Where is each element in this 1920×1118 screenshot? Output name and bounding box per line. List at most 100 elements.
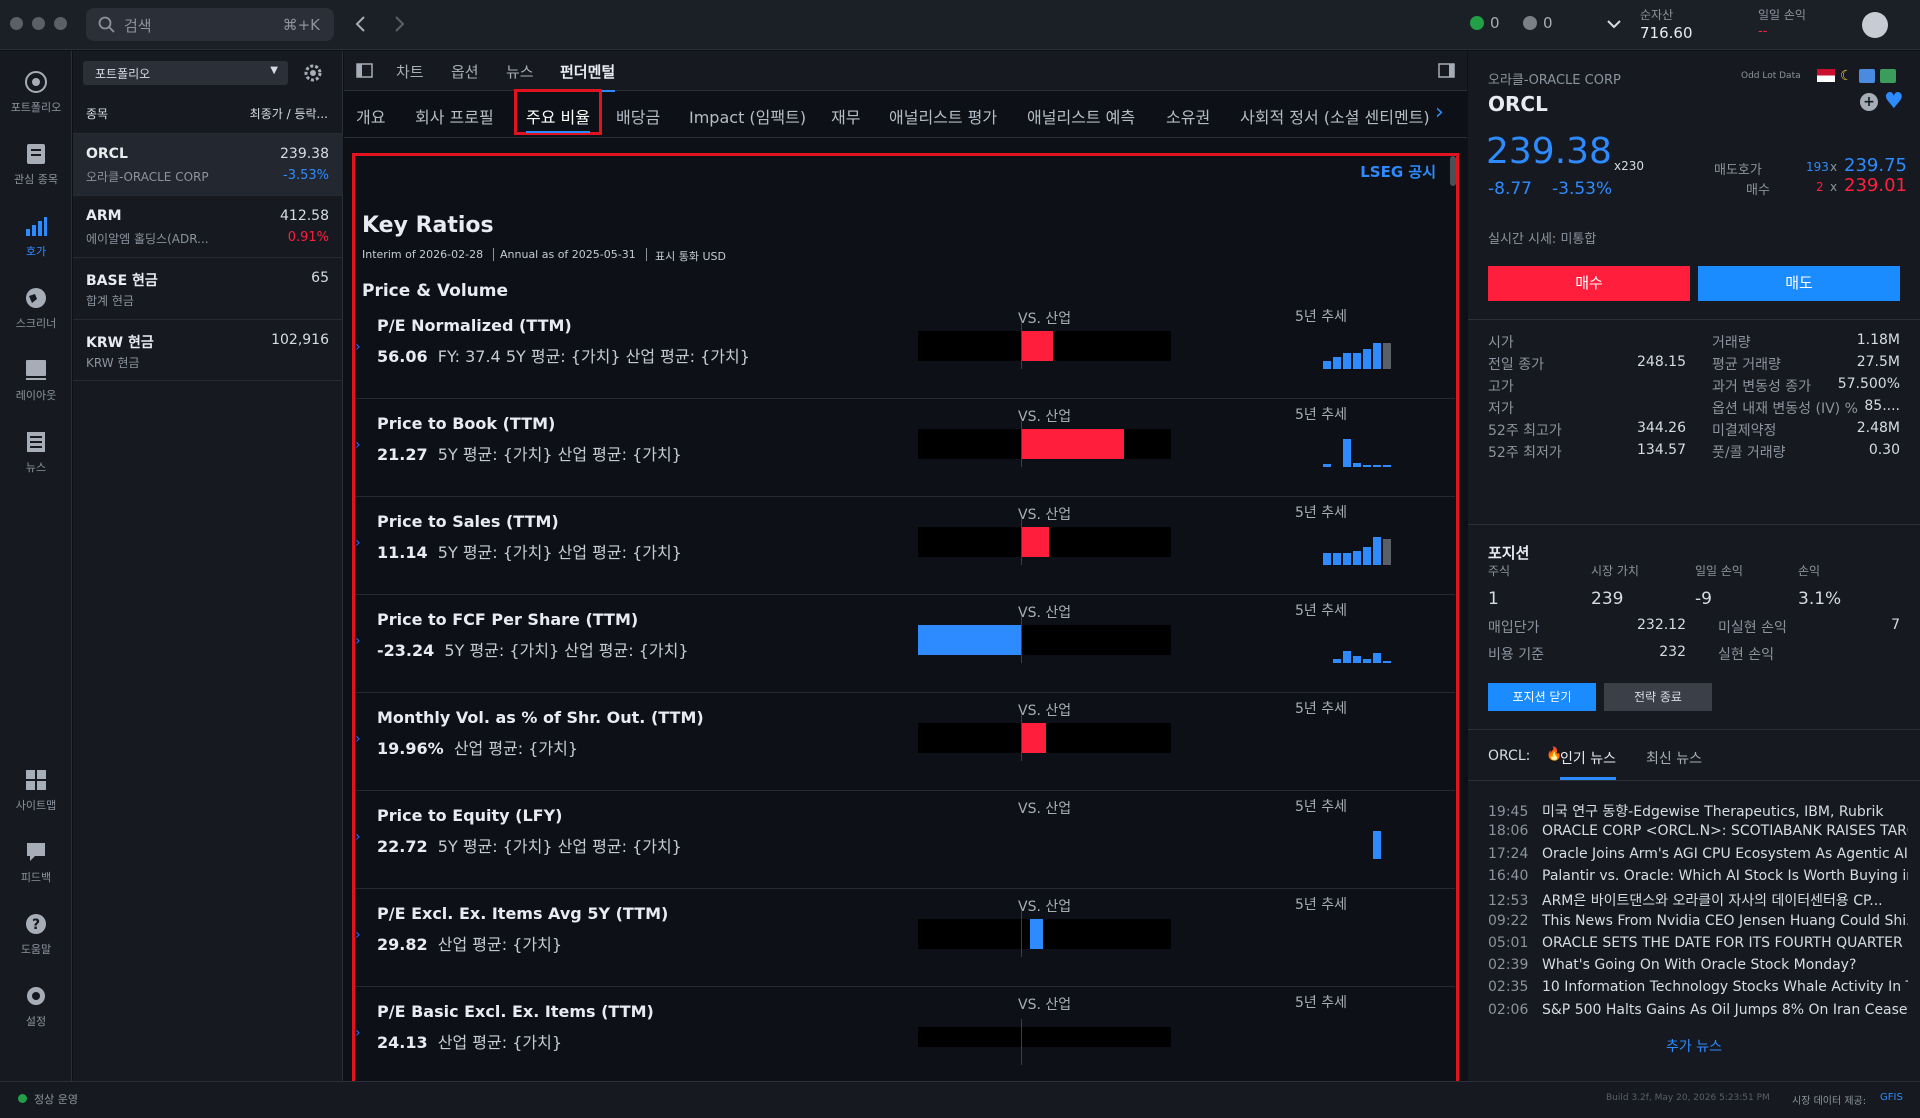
- subtab-social-sentiment[interactable]: 사회적 정서 (소셜 센티멘트): [1240, 104, 1430, 128]
- subtab-analyst-ratings[interactable]: 애널리스트 평가: [889, 104, 997, 128]
- subtab-ownership[interactable]: 소유권: [1166, 104, 1210, 128]
- chevron-right-icon[interactable]: ›: [1435, 100, 1444, 125]
- portfolio-row[interactable]: ARM 에이알엠 홀딩스(ADR... 412.58 0.91%: [73, 195, 343, 257]
- buy-button[interactable]: 매수: [1488, 266, 1690, 301]
- chevron-right-icon[interactable]: ›: [355, 437, 361, 453]
- trend-label: 5년 추세: [1295, 309, 1347, 325]
- portfolio-select[interactable]: 포트폴리오 ▼: [83, 61, 288, 85]
- trend-label: 5년 추세: [1295, 505, 1347, 521]
- news-item[interactable]: 02:06 S&P 500 Halts Gains As Oil Jumps 8%…: [1488, 1002, 1908, 1024]
- chevron-right-icon[interactable]: ›: [355, 1025, 361, 1041]
- tab-latest-news[interactable]: 최신 뉴스: [1646, 748, 1702, 768]
- chevron-right-icon[interactable]: ›: [355, 927, 361, 943]
- data-provider[interactable]: GFIS: [1880, 1092, 1903, 1103]
- news-item[interactable]: 12:53 ARM은 바이트댄스와 오라클이 자사의 데이터센터용 CP...: [1488, 890, 1908, 912]
- subtab-company-profile[interactable]: 회사 프로필: [415, 104, 494, 128]
- annual-date: Annual as of 2025-05-31: [500, 248, 647, 261]
- chevron-right-icon[interactable]: ›: [355, 339, 361, 355]
- panel-toggle-icon[interactable]: [1438, 63, 1455, 78]
- tab-chart[interactable]: 차트: [396, 61, 424, 82]
- news-item[interactable]: 02:39 What's Going On With Oracle Stock M…: [1488, 957, 1908, 979]
- bar-midline: [1021, 1019, 1022, 1065]
- news-item[interactable]: 09:22 This News From Nvidia CEO Jensen Hu…: [1488, 913, 1908, 935]
- nav-portfolio[interactable]: 포트폴리오: [0, 69, 72, 115]
- chevron-right-icon[interactable]: ›: [355, 829, 361, 845]
- nav-label: 호가: [25, 245, 47, 258]
- tab-news[interactable]: 뉴스: [506, 61, 534, 82]
- ratio-row[interactable]: › Price to Book (TTM) 21.27 5Y 평균: {가치} 산업…: [355, 399, 1455, 497]
- divider: [1468, 780, 1920, 781]
- row-symbol: ARM: [86, 208, 122, 224]
- heart-icon[interactable]: ♥: [1884, 89, 1904, 114]
- news-item[interactable]: 17:24 Oracle Joins Arm's AGI CPU Ecosyste…: [1488, 846, 1908, 868]
- forward-arrow-icon[interactable]: [392, 15, 406, 33]
- industry-comparison-bar: [918, 421, 1171, 467]
- portfolio-row[interactable]: KRW 현금 KRW 현금 102,916: [73, 319, 343, 381]
- row-price: 239.38: [280, 146, 329, 162]
- news-item[interactable]: 16:40 Palantir vs. Oracle: Which AI Stock…: [1488, 868, 1908, 890]
- vs-industry-label: VS. 산업: [1018, 801, 1072, 817]
- chevron-right-icon[interactable]: ›: [355, 535, 361, 551]
- close-position-button[interactable]: 포지션 닫기: [1488, 683, 1596, 711]
- trend-label: 5년 추세: [1295, 701, 1347, 717]
- news-headline: Oracle Joins Arm's AGI CPU Ecosystem As …: [1542, 845, 1908, 862]
- nav-sitemap[interactable]: 사이트맵: [0, 767, 72, 813]
- nav-screener[interactable]: 스크리너: [0, 285, 72, 331]
- subtab-impact[interactable]: Impact (임팩트): [689, 104, 806, 128]
- chevron-down-icon[interactable]: [1606, 18, 1622, 30]
- end-strategy-button[interactable]: 전략 종료: [1604, 683, 1712, 711]
- col-last-header[interactable]: 최종가 / 등락...: [250, 105, 328, 122]
- chevron-right-icon[interactable]: ›: [355, 731, 361, 747]
- more-news-link[interactable]: 추가 뉴스: [1468, 1036, 1920, 1056]
- subtab-financials[interactable]: 재무: [831, 104, 860, 128]
- portfolio-row[interactable]: ORCL 오라클-ORACLE CORP 239.38 -3.53%: [73, 133, 343, 195]
- ratio-title: Price to FCF Per Share (TTM): [377, 610, 639, 629]
- layout-icon: [26, 360, 46, 380]
- trend-bar: [1363, 465, 1371, 467]
- user-avatar-icon[interactable]: [1862, 12, 1888, 38]
- tab-options[interactable]: 옵션: [451, 61, 479, 82]
- scrollbar[interactable]: [1450, 156, 1456, 186]
- nav-layout[interactable]: 레이아웃: [0, 357, 72, 403]
- portfolio-row[interactable]: BASE 현금 합계 현금 65: [73, 257, 343, 319]
- tab-popular-news[interactable]: 인기 뉴스: [1560, 748, 1616, 780]
- news-item[interactable]: 19:45 미국 연구 동향-Edgewise Therapeutics, IBM…: [1488, 801, 1908, 823]
- sell-button[interactable]: 매도: [1698, 266, 1900, 301]
- window-zoom-button[interactable]: [54, 17, 67, 30]
- news-item[interactable]: 02:35 10 Information Technology Stocks Wh…: [1488, 979, 1908, 1001]
- news-item[interactable]: 05:01 ORACLE SETS THE DATE FOR ITS FOURTH…: [1488, 935, 1908, 957]
- nav-label: 사이트맵: [15, 799, 57, 812]
- trend-bar: [1343, 651, 1351, 663]
- window-minimize-button[interactable]: [32, 17, 45, 30]
- subtab-overview[interactable]: 개요: [356, 104, 385, 128]
- trend-bar: [1353, 463, 1361, 467]
- lseg-filing-link[interactable]: LSEG 공시: [1360, 161, 1436, 182]
- top-tabs: 차트 옵션 뉴스 펀더멘털: [344, 51, 1467, 93]
- gear-icon[interactable]: [303, 63, 323, 83]
- ratio-row[interactable]: › P/E Normalized (TTM) 56.06 FY: 37.4 5Y 평…: [355, 301, 1455, 399]
- ratio-row[interactable]: › P/E Excl. Ex. Items Avg 5Y (TTM) 29.82 산…: [355, 889, 1455, 987]
- subtab-dividends[interactable]: 배당금: [616, 104, 660, 128]
- back-arrow-icon[interactable]: [354, 15, 368, 33]
- subtab-key-ratios[interactable]: 주요 비율: [514, 89, 602, 135]
- nav-help[interactable]: ? 도움말: [0, 911, 72, 957]
- ratio-row[interactable]: › P/E Basic Excl. Ex. Items (TTM) 24.13 산업…: [355, 987, 1455, 1085]
- nav-feedback[interactable]: 피드백: [0, 839, 72, 885]
- subtab-analyst-estimates[interactable]: 애널리스트 예측: [1027, 104, 1135, 128]
- trend-label: 5년 추세: [1295, 799, 1347, 815]
- nav-watchlist[interactable]: 관심 종목: [0, 141, 72, 187]
- ratio-row[interactable]: › Price to Equity (LFY) 22.72 5Y 평균: {가치} …: [355, 791, 1455, 889]
- svg-text:?: ?: [32, 917, 40, 933]
- nav-quote[interactable]: 호가: [0, 213, 72, 259]
- window-close-button[interactable]: [10, 17, 23, 30]
- ratio-row[interactable]: › Price to FCF Per Share (TTM) -23.24 5Y 평…: [355, 595, 1455, 693]
- add-icon[interactable]: +: [1860, 93, 1878, 111]
- ratio-row[interactable]: › Monthly Vol. as % of Shr. Out. (TTM) 19.…: [355, 693, 1455, 791]
- nav-settings[interactable]: 설정: [0, 983, 72, 1029]
- chevron-right-icon[interactable]: ›: [355, 633, 361, 649]
- nav-news[interactable]: 뉴스: [0, 429, 72, 475]
- news-item[interactable]: 18:06 ORACLE CORP <ORCL.N>: SCOTIABANK RA…: [1488, 823, 1908, 845]
- search-input[interactable]: 검색 ⌘+K: [86, 8, 334, 41]
- ratio-row[interactable]: › Price to Sales (TTM) 11.14 5Y 평균: {가치} 산…: [355, 497, 1455, 595]
- sidebar-toggle-icon[interactable]: [356, 63, 373, 78]
